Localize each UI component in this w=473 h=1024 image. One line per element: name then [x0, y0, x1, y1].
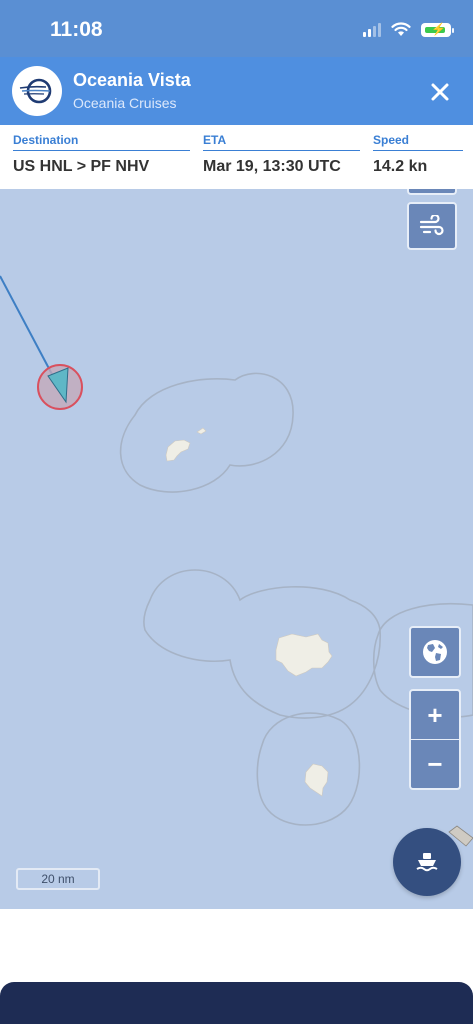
voyage-info-bar: Destination US HNL > PF NHV ETA Mar 19, …: [0, 125, 473, 189]
eta-value: Mar 19, 13:30 UTC: [203, 158, 341, 175]
close-icon: [431, 83, 449, 101]
wind-layer-icon: [419, 215, 444, 236]
battery-charging-icon: ⚡: [421, 22, 454, 37]
eta-section: ETA Mar 19, 13:30 UTC: [203, 133, 360, 176]
fleet-ship-icon: [416, 853, 438, 872]
destination-section: Destination US HNL > PF NHV: [13, 133, 190, 176]
cellular-signal-icon: [363, 22, 381, 37]
speed-value: 14.2 kn: [373, 158, 428, 175]
zoom-controls: + −: [409, 689, 461, 790]
map-view[interactable]: + − 20 nm: [0, 189, 473, 909]
island-central: [275, 633, 333, 677]
fleet-button[interactable]: [393, 828, 461, 896]
island-north: [165, 439, 191, 462]
speed-section: Speed 14.2 kn: [373, 133, 463, 176]
map-canvas: [0, 275, 473, 847]
speed-label: Speed: [373, 133, 463, 151]
eta-label: ETA: [203, 133, 360, 151]
boundary-outline-central: [143, 569, 381, 719]
destination-label: Destination: [13, 133, 190, 151]
vessel-name: Oceania Vista: [73, 70, 191, 90]
zoom-in-button[interactable]: +: [411, 691, 459, 739]
map-style-button[interactable]: [409, 626, 461, 678]
wind-layer-button[interactable]: [407, 202, 457, 250]
vessel-track: [0, 275, 55, 379]
boundary-outline-north: [119, 372, 294, 493]
status-bar: 11:08 ⚡: [0, 0, 473, 57]
bottom-bar: [0, 982, 473, 1024]
islet-north: [196, 427, 207, 435]
globe-icon: [423, 640, 447, 664]
wifi-icon: [391, 22, 411, 36]
island-south: [304, 763, 329, 797]
close-button[interactable]: [425, 77, 455, 107]
bottom-sheet-area: [0, 909, 473, 982]
destination-value: US HNL > PF NHV: [13, 158, 150, 175]
zoom-out-button[interactable]: −: [411, 740, 459, 788]
oceania-logo-icon: [12, 66, 62, 116]
status-time: 11:08: [50, 18, 103, 41]
status-icons: ⚡: [363, 22, 454, 37]
vessel-operator: Oceania Cruises: [73, 95, 177, 111]
vessel-header: Oceania Vista Oceania Cruises: [0, 57, 473, 125]
scale-bar: 20 nm: [16, 868, 100, 890]
layer-button-partial[interactable]: [407, 189, 457, 195]
